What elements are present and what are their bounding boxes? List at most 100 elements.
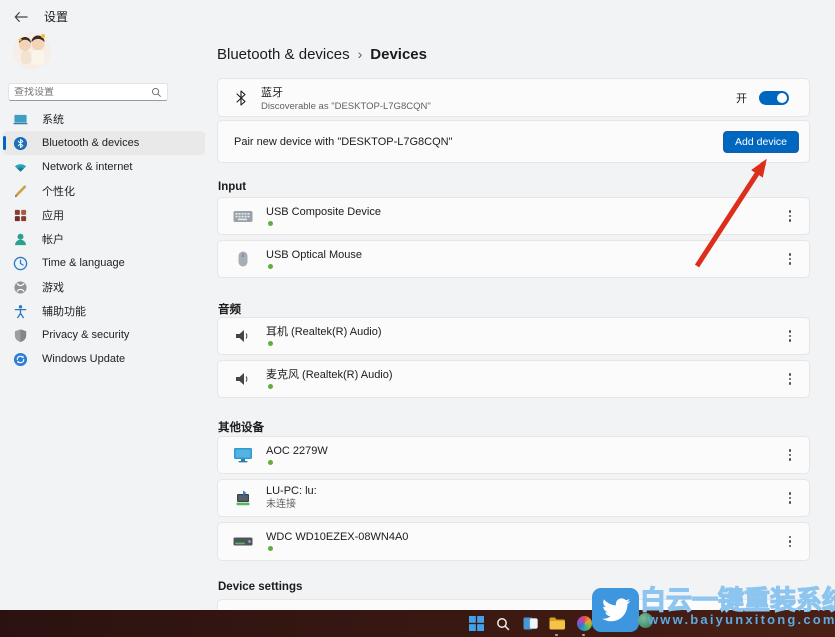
- section-title-other-devices: 其他设备: [218, 419, 264, 435]
- sidebar-item-label: 系统: [42, 111, 64, 127]
- mouse-icon: [232, 250, 254, 268]
- apps-icon: [13, 208, 28, 223]
- device-row[interactable]: USB Composite Device: [217, 197, 810, 235]
- more-options-icon[interactable]: [781, 326, 799, 346]
- sidebar-item-accounts[interactable]: 帐户: [3, 227, 205, 251]
- search-box[interactable]: [8, 83, 168, 101]
- sidebar-item-accessibility[interactable]: 辅助功能: [3, 299, 205, 323]
- status-connected-dot: [268, 546, 273, 551]
- status-connected-dot: [268, 341, 273, 346]
- device-name: LU-PC: lu:: [266, 486, 317, 497]
- task-view-icon[interactable]: [522, 616, 538, 632]
- personalization-icon: [13, 184, 28, 199]
- device-status: 未连接: [266, 500, 317, 510]
- more-options-icon[interactable]: [781, 532, 799, 552]
- network-pc-icon: [232, 489, 254, 507]
- selection-indicator: [3, 136, 6, 150]
- sidebar-item-bluetooth-devices[interactable]: Bluetooth & devices: [3, 131, 205, 155]
- keyboard-icon: [232, 207, 254, 225]
- bluetooth-card: 蓝牙 Discoverable as "DESKTOP-L7G8CQN" 开: [217, 78, 810, 117]
- sidebar-item-label: 应用: [42, 207, 64, 223]
- watermark-url: www.baiyunxitong.com: [648, 612, 835, 627]
- bluetooth-subtitle: Discoverable as "DESKTOP-L7G8CQN": [261, 101, 431, 112]
- device-name: USB Optical Mouse: [266, 250, 362, 261]
- device-name: USB Composite Device: [266, 207, 381, 218]
- device-name: 耳机 (Realtek(R) Audio): [266, 327, 382, 338]
- section-title-input: Input: [218, 181, 246, 193]
- speaker-icon: [232, 370, 254, 388]
- toggle-state-label: 开: [736, 90, 747, 106]
- network-icon: [13, 160, 28, 175]
- windows-update-icon: [13, 352, 28, 367]
- bluetooth-toggle[interactable]: [759, 91, 789, 105]
- sidebar-item-label: 帐户: [42, 231, 64, 247]
- pair-device-card: Pair new device with "DESKTOP-L7G8CQN" A…: [217, 120, 810, 163]
- sidebar-nav: 系统 Bluetooth & devices Network & interne…: [3, 107, 205, 371]
- sidebar-item-windows-update[interactable]: Windows Update: [3, 347, 205, 371]
- section-title-audio: 音频: [218, 301, 241, 317]
- sidebar-item-label: Windows Update: [42, 353, 125, 365]
- device-row[interactable]: 耳机 (Realtek(R) Audio): [217, 317, 810, 355]
- section-title-device-settings: Device settings: [218, 581, 302, 593]
- bluetooth-title: 蓝牙: [261, 84, 431, 100]
- device-name: WDC WD10EZEX-08WN4A0: [266, 532, 408, 543]
- app-title: 设置: [44, 8, 68, 25]
- search-icon: [151, 87, 162, 98]
- file-explorer-icon[interactable]: [549, 616, 565, 632]
- sidebar-item-label: Bluetooth & devices: [42, 137, 139, 149]
- pair-device-text: Pair new device with "DESKTOP-L7G8CQN": [234, 136, 453, 148]
- status-connected-dot: [268, 264, 273, 269]
- system-icon: [13, 112, 28, 127]
- gaming-icon: [13, 280, 28, 295]
- chevron-right-icon: ›: [358, 46, 363, 62]
- status-connected-dot: [268, 384, 273, 389]
- sidebar-item-label: 个性化: [42, 183, 75, 199]
- sidebar-item-privacy-security[interactable]: Privacy & security: [3, 323, 205, 347]
- device-row[interactable]: LU-PC: lu: 未连接: [217, 479, 810, 517]
- breadcrumb-parent[interactable]: Bluetooth & devices: [217, 46, 350, 63]
- more-options-icon[interactable]: [781, 369, 799, 389]
- sidebar-item-label: Network & internet: [42, 161, 132, 173]
- more-options-icon[interactable]: [781, 488, 799, 508]
- device-row[interactable]: WDC WD10EZEX-08WN4A0: [217, 522, 810, 561]
- device-row[interactable]: 麦克风 (Realtek(R) Audio): [217, 360, 810, 398]
- device-row[interactable]: AOC 2279W: [217, 436, 810, 474]
- sidebar-item-gaming[interactable]: 游戏: [3, 275, 205, 299]
- status-connected-dot: [268, 460, 273, 465]
- sidebar-item-personalization[interactable]: 个性化: [3, 179, 205, 203]
- search-input[interactable]: [14, 87, 151, 98]
- sidebar-item-network-internet[interactable]: Network & internet: [3, 155, 205, 179]
- sidebar-item-time-language[interactable]: Time & language: [3, 251, 205, 275]
- running-indicator: [555, 634, 558, 636]
- device-row[interactable]: USB Optical Mouse: [217, 240, 810, 278]
- bluetooth-icon: [13, 136, 28, 151]
- sidebar-item-label: Time & language: [42, 257, 125, 269]
- device-name: 麦克风 (Realtek(R) Audio): [266, 370, 393, 381]
- monitor-icon: [232, 446, 254, 464]
- hard-drive-icon: [232, 533, 254, 551]
- sidebar-item-label: 游戏: [42, 279, 64, 295]
- start-button-icon[interactable]: [468, 616, 484, 632]
- bluetooth-icon: [234, 90, 248, 106]
- twitter-logo: [592, 588, 639, 632]
- toggle-knob: [777, 93, 787, 103]
- more-options-icon[interactable]: [781, 445, 799, 465]
- color-app-icon[interactable]: [576, 616, 592, 632]
- more-options-icon[interactable]: [781, 206, 799, 226]
- sidebar-item-apps[interactable]: 应用: [3, 203, 205, 227]
- device-name: AOC 2279W: [266, 446, 328, 457]
- add-device-button[interactable]: Add device: [723, 131, 799, 153]
- status-connected-dot: [268, 221, 273, 226]
- sidebar-item-label: 辅助功能: [42, 303, 86, 319]
- accessibility-icon: [13, 304, 28, 319]
- breadcrumb: Bluetooth & devices › Devices: [217, 46, 427, 63]
- avatar[interactable]: [12, 30, 52, 72]
- sidebar-item-system[interactable]: 系统: [3, 107, 205, 131]
- more-options-icon[interactable]: [781, 249, 799, 269]
- accounts-icon: [13, 232, 28, 247]
- time-language-icon: [13, 256, 28, 271]
- taskbar-search-icon[interactable]: [495, 616, 511, 632]
- speaker-icon: [232, 327, 254, 345]
- back-icon[interactable]: [14, 11, 28, 23]
- page-title: Devices: [370, 46, 427, 63]
